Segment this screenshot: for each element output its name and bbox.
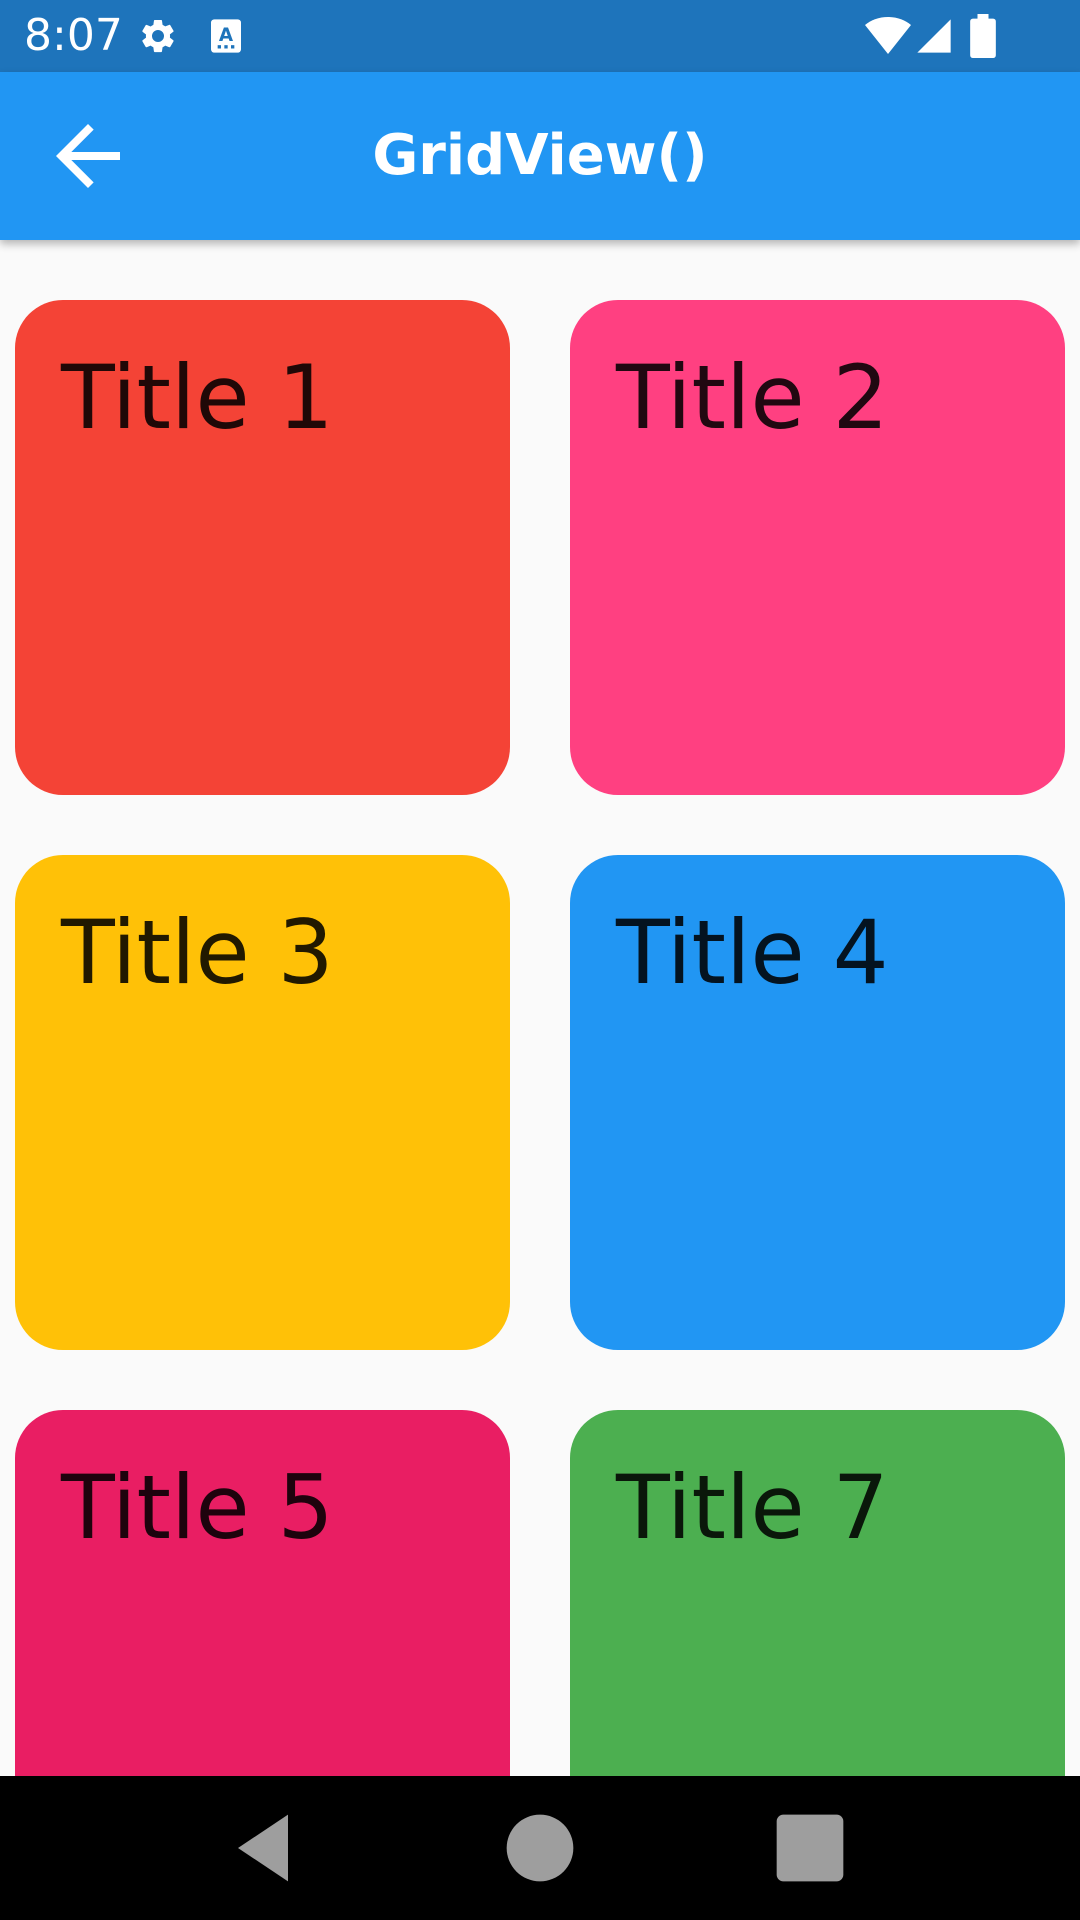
grid-view[interactable]: Title 1 Title 2 Title 3 Title 4 Title 5 … [0,240,1080,1776]
home-circle-icon [506,1814,574,1882]
status-bar: 8:07 A [0,0,1080,72]
page-title: GridView() [372,123,708,188]
tile-title: Title 3 [61,901,334,1004]
nav-recents-button[interactable] [770,1808,850,1888]
navigation-bar [0,1776,1080,1920]
wifi-icon [864,16,912,56]
svg-text:A: A [219,25,234,46]
text-a-icon: A [206,16,246,56]
signal-icon [914,16,954,56]
battery-icon [968,14,998,58]
grid-tile[interactable]: Title 7 [570,1410,1065,1776]
tile-title: Title 2 [616,346,889,449]
nav-back-button[interactable] [228,1808,308,1888]
grid-tile[interactable]: Title 2 [570,300,1065,795]
grid-tile[interactable]: Title 4 [570,855,1065,1350]
gear-icon [138,16,178,56]
app-bar: GridView() [0,72,1080,240]
recents-square-icon [776,1814,844,1882]
back-triangle-icon [238,1814,288,1882]
grid-tile[interactable]: Title 3 [15,855,510,1350]
tile-title: Title 4 [616,901,889,1004]
tile-title: Title 1 [61,346,334,449]
status-time: 8:07 [24,10,123,61]
nav-home-button[interactable] [500,1808,580,1888]
tile-title: Title 7 [616,1456,889,1559]
grid-tile[interactable]: Title 5 [15,1410,510,1776]
grid-tile[interactable]: Title 1 [15,300,510,795]
tile-title: Title 5 [61,1456,334,1559]
